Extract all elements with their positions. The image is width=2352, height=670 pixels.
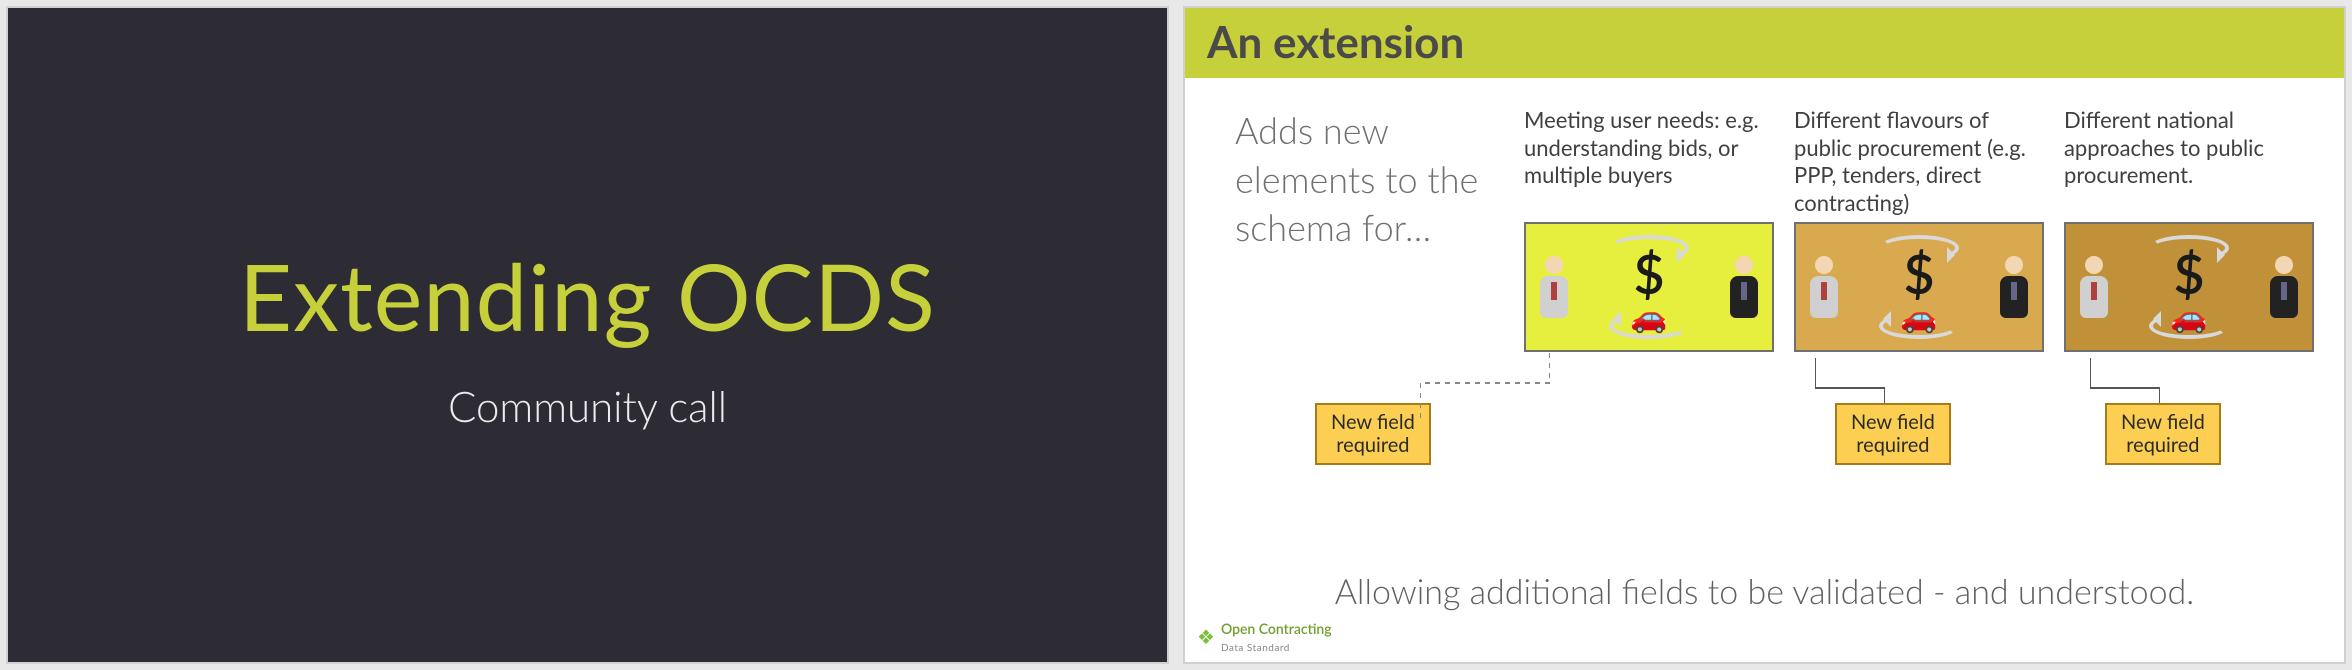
car-icon: 🚗 <box>2170 301 2207 331</box>
diagram-tan: $ 🚗 <box>1794 222 2044 352</box>
diagram-yellow: $ 🚗 <box>1524 222 1774 352</box>
car-icon: 🚗 <box>1630 301 1667 331</box>
column-2: Different flavours of public procurement… <box>1794 106 2044 352</box>
connector-dashed <box>1420 348 1550 418</box>
title-slide: Extending OCDS Community call <box>6 6 1169 664</box>
col-desc: Different national approaches to public … <box>2064 106 2314 216</box>
slide-header: An extension <box>1185 8 2344 78</box>
cycle-icon: $ 🚗 <box>2134 237 2244 337</box>
caption: Allowing additional fields to be validat… <box>1185 571 2344 612</box>
col-desc: Meeting user needs: e.g. understanding b… <box>1524 106 1774 216</box>
subtitle: Community call <box>448 381 727 431</box>
diagram-gold: $ 🚗 <box>2064 222 2314 352</box>
new-field-box-2: New field required <box>1835 403 1951 465</box>
intro-text: Adds new elements to the schema for… <box>1235 106 1504 252</box>
car-icon: 🚗 <box>1900 301 1937 331</box>
dollar-icon: $ <box>2173 241 2204 306</box>
connector-line <box>1815 358 1885 403</box>
cycle-icon: $ 🚗 <box>1594 237 1704 337</box>
logo-icon: ❖ <box>1197 625 1215 649</box>
person-left-icon <box>2079 256 2109 318</box>
new-field-box-1: New field required <box>1315 403 1431 465</box>
cycle-icon: $ 🚗 <box>1864 237 1974 337</box>
person-right-icon <box>1999 256 2029 318</box>
person-right-icon <box>1729 256 1759 318</box>
person-left-icon <box>1539 256 1569 318</box>
footer-sub: Data Standard <box>1221 642 1290 654</box>
footer-brand: Open Contracting <box>1221 620 1332 637</box>
new-field-box-3: New field required <box>2105 403 2221 465</box>
person-left-icon <box>1809 256 1839 318</box>
slide-body: Adds new elements to the schema for… Mee… <box>1185 78 2344 662</box>
column-3: Different national approaches to public … <box>2064 106 2314 352</box>
content-slide: An extension Adds new elements to the sc… <box>1183 6 2346 664</box>
dollar-icon: $ <box>1633 241 1664 306</box>
connector-line <box>2090 358 2160 403</box>
footer-logo: ❖ Open Contracting Data Standard <box>1197 620 1332 654</box>
slide-title: An extension <box>1207 16 2322 68</box>
col-desc: Different flavours of public procurement… <box>1794 106 2044 216</box>
dollar-icon: $ <box>1903 241 1934 306</box>
column-1: Meeting user needs: e.g. understanding b… <box>1524 106 1774 352</box>
title: Extending OCDS <box>239 240 936 351</box>
person-right-icon <box>2269 256 2299 318</box>
